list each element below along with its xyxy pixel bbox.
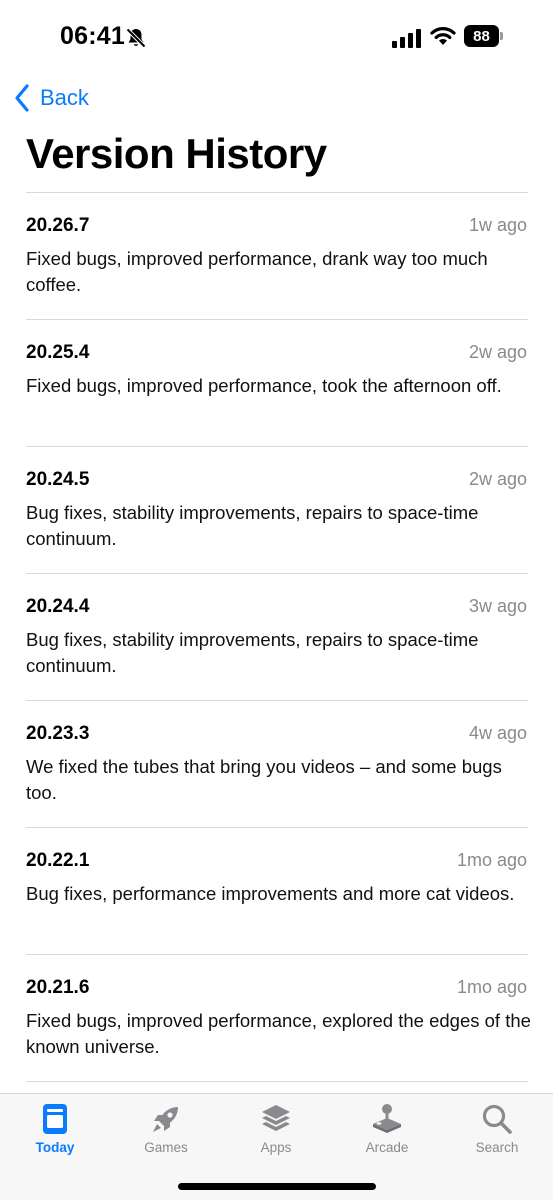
search-icon xyxy=(482,1104,512,1134)
tab-search[interactable]: Search xyxy=(442,1094,552,1164)
version-number: 20.22.1 xyxy=(26,850,90,871)
version-item: 20.26.7 1w ago Fixed bugs, improved perf… xyxy=(0,193,553,320)
battery-icon: 88 xyxy=(464,25,504,47)
joystick-icon xyxy=(373,1104,401,1133)
version-number: 20.24.4 xyxy=(26,596,90,617)
today-icon xyxy=(43,1104,67,1134)
cellular-signal-icon xyxy=(392,29,421,48)
version-date: 1w ago xyxy=(468,215,527,235)
tab-label: Apps xyxy=(260,1140,292,1155)
tab-label: Today xyxy=(35,1140,75,1155)
divider xyxy=(26,1081,528,1082)
version-number: 20.26.7 xyxy=(26,215,90,236)
status-time: 06:41 xyxy=(60,22,125,50)
version-item: 20.24.5 2w ago Bug fixes, stability impr… xyxy=(0,447,553,574)
version-item: 20.22.1 1mo ago Bug fixes, performance i… xyxy=(0,828,553,955)
back-button[interactable]: Back xyxy=(14,82,89,114)
version-notes: Fixed bugs, improved performance, drank … xyxy=(26,248,488,295)
version-notes: Bug fixes, stability improvements, repai… xyxy=(26,502,479,549)
tab-arcade[interactable]: Arcade xyxy=(332,1094,442,1164)
page-title: Version History xyxy=(26,130,327,177)
wifi-icon xyxy=(430,27,456,45)
version-notes: We fixed the tubes that bring you videos… xyxy=(26,756,502,803)
layers-icon xyxy=(262,1105,290,1131)
tab-apps[interactable]: Apps xyxy=(221,1094,331,1164)
tab-label: Arcade xyxy=(365,1140,409,1155)
version-date: 2w ago xyxy=(468,342,527,362)
home-indicator[interactable] xyxy=(178,1183,376,1190)
version-notes: Fixed bugs, improved performance, took t… xyxy=(26,375,502,396)
tab-label: Games xyxy=(144,1140,188,1155)
version-date: 2w ago xyxy=(468,469,527,489)
version-item: 20.25.4 2w ago Fixed bugs, improved perf… xyxy=(0,320,553,447)
version-date: 3w ago xyxy=(468,596,527,616)
bell-slash-icon xyxy=(126,28,146,48)
version-notes: Fixed bugs, improved performance, explor… xyxy=(26,1010,531,1057)
version-item: 20.21.6 1mo ago Fixed bugs, improved per… xyxy=(0,955,553,1082)
tab-games[interactable]: Games xyxy=(111,1094,221,1164)
rocket-icon xyxy=(153,1107,178,1132)
chevron-left-icon xyxy=(15,84,29,112)
version-item: 20.24.4 3w ago Bug fixes, stability impr… xyxy=(0,574,553,701)
battery-level: 88 xyxy=(464,25,499,47)
version-date: 1mo ago xyxy=(456,977,527,997)
version-date: 1mo ago xyxy=(456,850,527,870)
version-list[interactable]: 20.26.7 1w ago Fixed bugs, improved perf… xyxy=(0,193,553,1082)
version-number: 20.24.5 xyxy=(26,469,90,490)
version-notes: Bug fixes, stability improvements, repai… xyxy=(26,629,479,676)
version-notes: Bug fixes, performance improvements and … xyxy=(26,883,515,904)
tab-today[interactable]: Today xyxy=(0,1094,110,1164)
status-bar: 06:41 88 xyxy=(0,0,553,72)
battery-tip xyxy=(500,32,503,40)
version-number: 20.25.4 xyxy=(26,342,90,363)
version-number: 20.21.6 xyxy=(26,977,90,998)
version-item: 20.23.3 4w ago We fixed the tubes that b… xyxy=(0,701,553,828)
back-label: Back xyxy=(40,85,89,110)
app-store-screen: 06:41 88 Back Version History 20.26.7 1w… xyxy=(0,0,553,1200)
version-date: 4w ago xyxy=(468,723,527,743)
version-number: 20.23.3 xyxy=(26,723,90,744)
tab-label: Search xyxy=(475,1140,519,1155)
